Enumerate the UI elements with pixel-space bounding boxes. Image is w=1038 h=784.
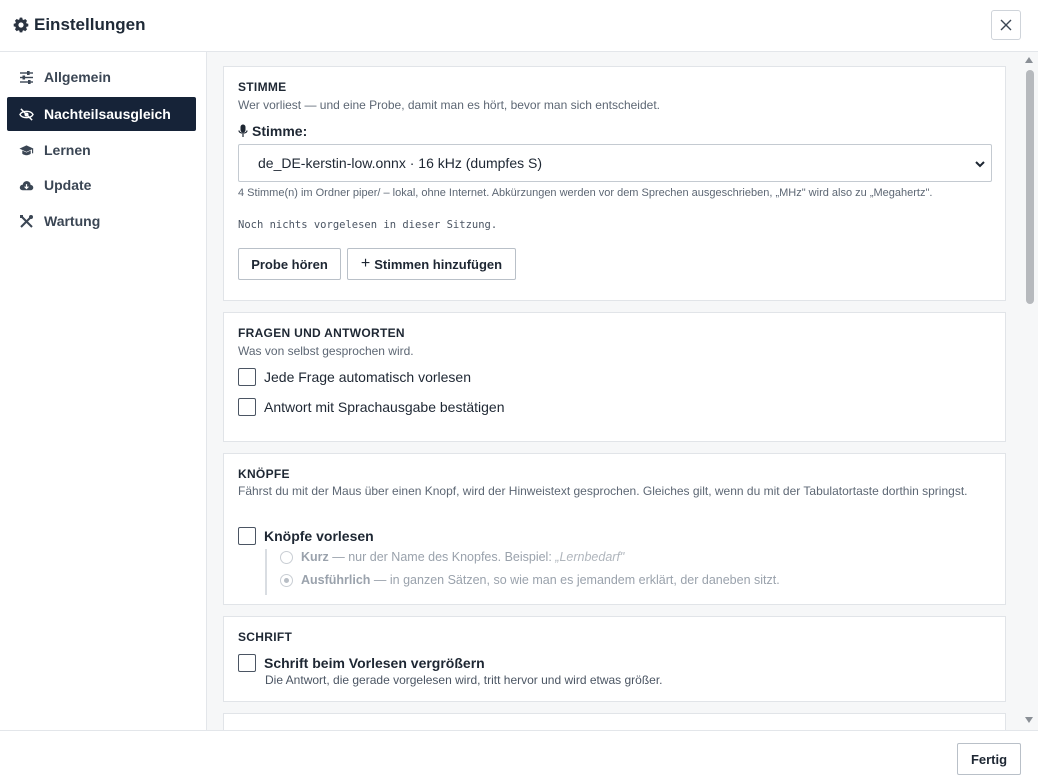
sidebar-item-wartung[interactable]: Wartung <box>7 204 196 238</box>
confirm-answer-option[interactable]: Antwort mit Sprachausgabe bestätigen <box>238 398 504 416</box>
add-voices-label: Stimmen hinzufügen <box>374 256 503 272</box>
enlarge-font-option[interactable]: Schrift beim Vorlesen vergrößern <box>238 654 485 672</box>
sidebar-item-label: Allgemein <box>44 69 111 85</box>
option-label: Kurz — nur der Name des Knopfes. Beispie… <box>301 550 625 564</box>
sliders-icon <box>20 70 33 84</box>
scrollbar-thumb[interactable] <box>1026 70 1034 304</box>
dialog-title-text: Einstellungen <box>34 15 146 34</box>
sidebar-item-label: Lernen <box>44 142 91 158</box>
done-button[interactable]: Fertig <box>957 743 1021 775</box>
gear-icon <box>13 17 29 33</box>
done-button-label: Fertig <box>970 751 1008 767</box>
section-heading: STIMME <box>238 80 287 94</box>
option-label: Antwort mit Sprachausgabe bestätigen <box>264 399 505 415</box>
option-label: Knöpfe vorlesen <box>264 528 374 544</box>
sample-button[interactable]: Probe hören <box>238 248 341 280</box>
mode-short-option[interactable]: Kurz — nur der Name des Knopfes. Beispie… <box>280 550 624 564</box>
settings-content: STIMME Wer vorliest — und eine Probe, da… <box>207 52 1038 730</box>
font-card: SCHRIFT Schrift beim Vorlesen vergrößern… <box>223 616 1006 702</box>
voice-hint: 4 Stimme(n) im Ordner piper/ – lokal, oh… <box>238 187 933 199</box>
checkbox[interactable] <box>238 398 256 416</box>
dialog-header: Einstellungen <box>0 0 1038 52</box>
sidebar-item-label: Nachteilsausgleich <box>44 106 171 122</box>
section-description: Fährst du mit der Maus über einen Knopf,… <box>238 484 968 498</box>
cloud-download-icon <box>19 180 34 190</box>
scroll-down-arrow-icon[interactable] <box>1025 717 1033 723</box>
tools-icon <box>20 214 33 228</box>
sidebar-item-label: Update <box>44 177 92 193</box>
radio-button[interactable] <box>280 573 293 587</box>
voice-select-value: de_DE-kerstin-low.onnx · 16 kHz (dumpfes… <box>258 155 542 171</box>
voice-status: Noch nichts vorgelesen in dieser Sitzung… <box>238 219 498 231</box>
sidebar-item-label: Wartung <box>44 213 101 229</box>
sidebar: Allgemein Nachteilsausgleich Lernen Upda… <box>0 52 207 730</box>
voice-select[interactable]: de_DE-kerstin-low.onnx · 16 kHz (dumpfes… <box>238 144 992 182</box>
voice-field-label: Stimme: <box>238 123 307 139</box>
sidebar-item-update[interactable]: Update <box>7 168 196 202</box>
sample-button-label: Probe hören <box>251 256 328 272</box>
eye-slash-icon <box>19 107 34 121</box>
qa-card: FRAGEN UND ANTWORTEN Was von selbst gesp… <box>223 312 1006 442</box>
graduation-cap-icon <box>19 144 34 155</box>
section-description: Was von selbst gesprochen wird. <box>238 344 414 358</box>
section-heading: FRAGEN UND ANTWORTEN <box>238 326 405 340</box>
next-card <box>223 713 1006 730</box>
section-description: Wer vorliest — und eine Probe, damit man… <box>238 98 660 112</box>
section-heading: SCHRIFT <box>238 630 293 644</box>
close-icon <box>1000 19 1012 31</box>
section-heading: KNÖPFE <box>238 467 290 481</box>
sidebar-item-lernen[interactable]: Lernen <box>7 133 196 167</box>
checkbox[interactable] <box>238 527 256 545</box>
sidebar-item-allgemein[interactable]: Allgemein <box>7 60 196 94</box>
buttons-card: KNÖPFE Fährst du mit der Maus über einen… <box>223 453 1006 605</box>
add-voices-button[interactable]: + Stimmen hinzufügen <box>347 248 516 280</box>
voice-label-text: Stimme: <box>252 123 308 139</box>
auto-read-question-option[interactable]: Jede Frage automatisch vorlesen <box>238 368 471 386</box>
option-label: Schrift beim Vorlesen vergrößern <box>264 655 485 671</box>
checkbox[interactable] <box>238 654 256 672</box>
mode-long-option[interactable]: Ausführlich — in ganzen Sätzen, so wie m… <box>280 573 780 587</box>
dialog-title: Einstellungen <box>13 15 145 35</box>
chevron-down-icon <box>975 161 985 168</box>
scroll-up-arrow-icon[interactable] <box>1025 57 1033 63</box>
checkbox[interactable] <box>238 368 256 386</box>
option-label: Jede Frage automatisch vorlesen <box>264 369 471 385</box>
read-buttons-option[interactable]: Knöpfe vorlesen <box>238 527 374 545</box>
voice-card: STIMME Wer vorliest — und eine Probe, da… <box>223 66 1006 301</box>
radio-button[interactable] <box>280 550 293 564</box>
close-button[interactable] <box>991 10 1021 40</box>
dialog-footer: Fertig <box>0 730 1038 784</box>
option-description: Die Antwort, die gerade vorgelesen wird,… <box>265 673 663 687</box>
read-mode-group: Kurz — nur der Name des Knopfes. Beispie… <box>265 549 965 595</box>
sidebar-item-nachteilsausgleich[interactable]: Nachteilsausgleich <box>7 97 196 131</box>
option-label: Ausführlich — in ganzen Sätzen, so wie m… <box>301 573 780 587</box>
microphone-icon <box>238 124 248 137</box>
plus-icon: + <box>360 255 371 272</box>
